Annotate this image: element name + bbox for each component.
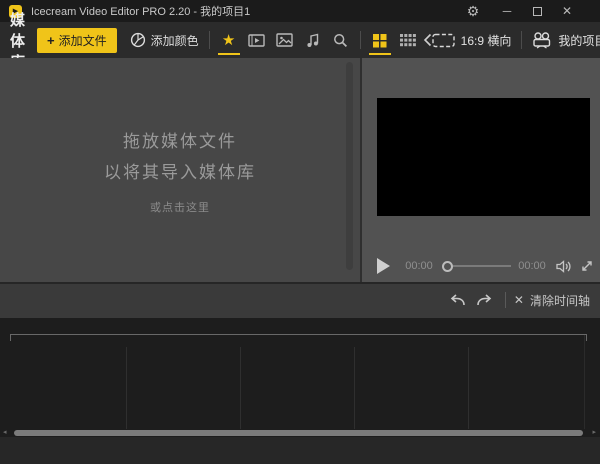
timeline-gridline [126,347,127,431]
clear-x-icon: ✕ [513,293,524,307]
timeline-horizontal-scrollbar[interactable]: ◂ ▸ [0,429,600,437]
collapse-panel-button[interactable] [423,33,432,47]
projector-icon [533,31,551,48]
media-library-vertical-scrollbar[interactable] [346,62,353,270]
redo-icon [477,293,492,305]
large-grid-icon [373,33,387,47]
color-wheel-icon [130,32,145,48]
chevron-left-icon [423,33,431,47]
tab-images[interactable] [276,28,294,52]
aspect-ratio-label: 16:9 横向 [460,33,512,48]
scroll-left-arrow-icon[interactable]: ◂ [3,429,7,437]
media-library-dropzone[interactable]: 拖放媒体文件 以将其导入媒体库 或点击这里 [0,58,360,282]
preview-header: 16:9 横向 我的项目 导出视频 [431,28,600,53]
search-icon [334,33,348,47]
fullscreen-button[interactable] [580,259,594,273]
my-project-label: 我的项目 [558,33,600,48]
window-controls: ⚙ ─ ✕ [458,0,600,22]
expand-icon [582,261,592,271]
toolbar-divider [521,31,523,49]
maximize-box [532,6,542,16]
bottom-strip [0,437,600,464]
settings-gear-icon[interactable]: ⚙ [458,0,488,22]
video-preview-screen [377,98,590,216]
add-files-label: 添加文件 [58,33,107,48]
volume-button[interactable] [555,259,573,274]
view-large-grid[interactable] [368,28,391,55]
plus-icon: + [47,32,55,48]
toolbar-divider [359,31,361,49]
music-note-icon [307,33,318,47]
film-icon [248,33,265,47]
timeline-toolbar-divider [504,292,506,308]
current-time: 00:00 [405,260,433,272]
tab-search[interactable] [332,28,350,52]
view-mode-tabs [368,28,417,55]
main-toolbar: 媒体库 + 添加文件 添加颜色 ★ [0,12,600,71]
timeline-tracks-area[interactable] [0,318,600,440]
clear-timeline-label: 清除时间轴 [529,293,590,308]
drop-text-line1: 拖放媒体文件 [123,131,237,151]
scrollbar-thumb[interactable] [14,430,583,436]
play-button[interactable] [377,258,390,274]
timeline-toolbar: ✕ 清除时间轴 [0,282,600,318]
close-icon[interactable]: ✕ [552,0,582,22]
tab-favorites[interactable]: ★ [217,28,240,55]
seek-slider[interactable] [442,260,511,272]
aspect-ratio-button[interactable]: 16:9 横向 [431,32,512,49]
add-files-button[interactable]: + 添加文件 [37,27,117,53]
player-controls: 00:00 00:00 [377,254,594,278]
total-time: 00:00 [518,260,546,272]
tab-audio[interactable] [304,28,322,52]
timeline-gridline [468,347,469,431]
image-icon [276,33,293,47]
timeline-top-border [10,334,587,341]
media-type-tabs: ★ [217,28,350,55]
undo-icon [450,293,465,305]
drop-text-line2: 以将其导入媒体库 [104,162,256,182]
preview-panel: 00:00 00:00 [360,58,600,282]
timeline-gridline [240,347,241,431]
drop-hint-text: 或点击这里 [150,201,210,214]
scroll-right-arrow-icon[interactable]: ▸ [592,429,596,437]
my-project-button[interactable]: 我的项目 [532,31,600,49]
small-grid-icon [399,33,416,46]
clear-timeline-button[interactable]: ✕ 清除时间轴 [514,292,590,309]
toolbar-divider [208,31,210,49]
volume-icon [556,259,571,273]
seek-thumb[interactable] [442,260,453,272]
star-icon: ★ [221,31,236,49]
tab-videos[interactable] [248,28,266,52]
window-title: Icecream Video Editor PRO 2.20 - 我的项目1 [31,6,251,18]
aspect-ratio-icon [431,33,455,47]
redo-button[interactable] [471,287,497,313]
app-window: ▶ Icecream Video Editor PRO 2.20 - 我的项目1… [0,0,600,464]
minimize-icon[interactable]: ─ [492,0,522,22]
view-small-grid[interactable] [399,28,417,52]
titlebar: ▶ Icecream Video Editor PRO 2.20 - 我的项目1… [0,0,600,22]
undo-button[interactable] [445,287,471,313]
add-color-button[interactable]: 添加颜色 [130,32,199,49]
maximize-icon[interactable] [522,0,552,22]
seek-track[interactable] [453,265,511,267]
add-color-label: 添加颜色 [150,33,199,48]
timeline-right-edge [584,335,585,431]
timeline-gridline [354,347,355,431]
